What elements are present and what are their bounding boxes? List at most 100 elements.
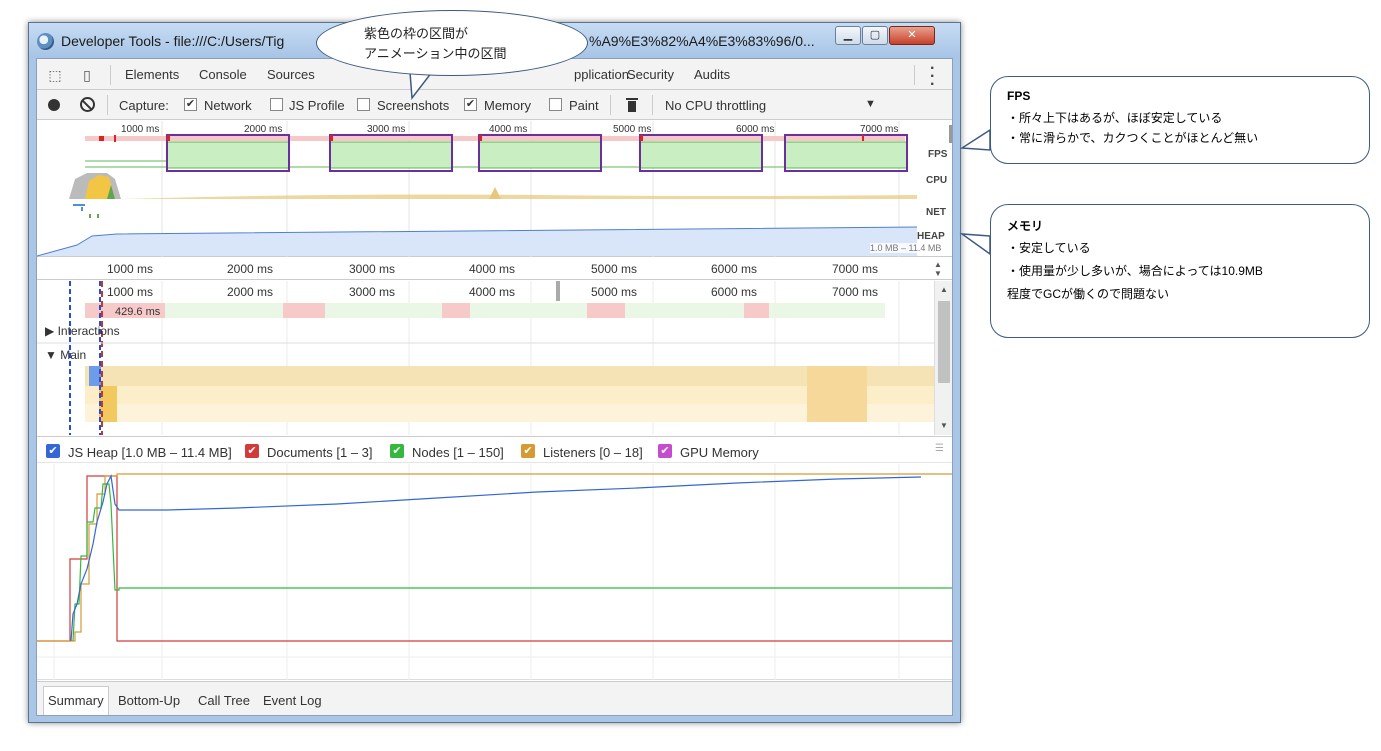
tab-summary[interactable]: Summary <box>43 686 109 715</box>
cpu-lane-label: CPU <box>926 175 948 186</box>
counter-graph[interactable] <box>37 464 952 680</box>
fps-callout: FPS ・所々上下はあるが、ほぼ安定している ・常に滑らかで、カクつくことがほと… <box>990 76 1370 164</box>
tab-call-tree[interactable]: Call Tree <box>198 693 250 708</box>
main-label: Main <box>60 348 87 362</box>
minimize-button[interactable]: ▁ <box>835 26 861 45</box>
overview-tick: 6000 ms <box>736 124 775 135</box>
memory-label: Memory <box>484 98 531 113</box>
window-title-tail: %A9%E3%82%A4%E3%83%96/0... <box>589 33 815 49</box>
screenshots-label: Screenshots <box>377 98 450 113</box>
flame-scrollbar[interactable]: ▲ ▼ <box>934 281 952 435</box>
resize-handle-icon[interactable]: ☰ <box>935 443 944 454</box>
js-profile-label: JS Profile <box>289 98 345 113</box>
gpu-memory-label: GPU Memory <box>680 445 759 460</box>
counter-lines <box>37 464 952 680</box>
scroll-up-icon[interactable]: ▲ <box>940 285 948 294</box>
fps-callout-line: ・常に滑らかで、カクつくことがほとんど無い <box>1007 131 1259 145</box>
scroll-down-icon[interactable]: ▼ <box>940 421 948 430</box>
capture-toolbar: Capture: ✔ Network JS Profile Screenshot… <box>37 90 952 120</box>
js-profile-checkbox[interactable] <box>270 98 283 111</box>
animation-callout-line: 紫色の枠の区間が <box>364 26 469 41</box>
heap-lane-label: HEAP <box>917 231 945 242</box>
toolbar-separator <box>107 95 108 115</box>
gpu-memory-checkbox[interactable]: ✔ <box>658 444 672 458</box>
toolbar-separator <box>610 95 611 115</box>
overview-graph <box>37 121 918 257</box>
close-icon: ✕ <box>907 29 917 41</box>
memory-callout: メモリ ・安定している ・使用量が少し多いが、場合によっては10.9MB 程度で… <box>990 204 1370 338</box>
overview-tick: 1000 ms <box>121 124 160 135</box>
time-ruler: 1000 ms 2000 ms 3000 ms 4000 ms 5000 ms … <box>37 258 952 280</box>
expand-triangle-icon: ▶ <box>45 324 58 338</box>
tab-separator <box>110 65 111 85</box>
fps-callout-title: FPS <box>1007 89 1031 103</box>
tab-security[interactable]: Security <box>627 67 674 82</box>
flame-tick: 1000 ms <box>107 285 154 299</box>
timeline-overview[interactable]: 1000 ms 2000 ms 3000 ms 4000 ms 5000 ms … <box>37 121 952 257</box>
ruler-scroll-arrows-icon[interactable]: ▲ ▼ <box>934 260 942 278</box>
overview-tick: 7000 ms <box>860 124 899 135</box>
flame-tick: 6000 ms <box>711 285 758 299</box>
overview-tick: 2000 ms <box>244 124 283 135</box>
flame-chart[interactable]: 1000 ms 2000 ms 3000 ms 4000 ms 5000 ms … <box>37 281 934 435</box>
memory-checkbox[interactable]: ✔ <box>464 98 477 111</box>
net-lane-label: NET <box>926 207 946 218</box>
network-checkbox[interactable]: ✔ <box>184 98 197 111</box>
flame-graph <box>37 281 934 435</box>
memory-callout-line: ・使用量が少し多いが、場合によっては10.9MB <box>1007 264 1263 278</box>
counters-legend: ✔ JS Heap [1.0 MB – 11.4 MB] ✔ Documents… <box>37 436 952 463</box>
overview-scroll-marker[interactable] <box>949 125 952 143</box>
js-heap-label: JS Heap [1.0 MB – 11.4 MB] <box>68 445 232 460</box>
frame-duration-label: 429.6 ms <box>115 306 161 318</box>
ruler-tick: 3000 ms <box>349 262 396 276</box>
tab-elements[interactable]: Elements <box>125 67 179 82</box>
heap-range-label: 1.0 MB – 11.4 MB <box>870 243 942 253</box>
nodes-checkbox[interactable]: ✔ <box>390 444 404 458</box>
flame-tick: 4000 ms <box>469 285 516 299</box>
interactions-toggle[interactable]: ▶ Interactions <box>45 324 120 338</box>
ruler-tick: 5000 ms <box>591 262 638 276</box>
overview-tick: 4000 ms <box>489 124 528 135</box>
devtools-client: ⬚ ▯ Elements Console Sources pplication … <box>36 58 953 716</box>
listeners-label: Listeners [0 – 18] <box>543 445 643 460</box>
toolbar-separator <box>652 95 653 115</box>
tab-separator <box>914 65 915 85</box>
clear-recording-icon[interactable] <box>80 97 95 112</box>
main-toggle[interactable]: ▼ Main <box>45 348 86 362</box>
more-options-icon[interactable]: · · · <box>930 61 935 93</box>
tab-application[interactable]: pplication <box>574 67 629 82</box>
screenshots-checkbox[interactable] <box>357 98 370 111</box>
maximize-icon: ▢ <box>869 29 881 41</box>
paint-checkbox[interactable] <box>549 98 562 111</box>
devtools-app-icon <box>37 33 54 50</box>
tab-console[interactable]: Console <box>199 67 247 82</box>
inspect-element-icon[interactable]: ⬚ <box>47 67 63 83</box>
cpu-throttling-select[interactable]: No CPU throttling <box>665 98 766 113</box>
dropdown-arrow-icon[interactable]: ▼ <box>865 98 876 110</box>
tab-event-log[interactable]: Event Log <box>263 693 322 708</box>
flame-tick: 3000 ms <box>349 285 396 299</box>
ruler-tick: 6000 ms <box>711 262 758 276</box>
close-button[interactable]: ✕ <box>889 26 935 45</box>
trash-icon[interactable] <box>626 97 638 112</box>
fps-lane-label: FPS <box>928 149 948 160</box>
paint-label: Paint <box>569 98 599 113</box>
tab-bottom-up[interactable]: Bottom-Up <box>118 693 180 708</box>
maximize-button[interactable]: ▢ <box>862 26 888 45</box>
flame-tick: 5000 ms <box>591 285 638 299</box>
overview-tick: 3000 ms <box>367 124 406 135</box>
record-button[interactable] <box>48 99 60 111</box>
documents-checkbox[interactable]: ✔ <box>245 444 259 458</box>
js-heap-checkbox[interactable]: ✔ <box>46 444 60 458</box>
devtools-window: Developer Tools - file:///C:/Users/Tig %… <box>28 22 961 723</box>
listeners-checkbox[interactable]: ✔ <box>521 444 535 458</box>
animation-callout-line: アニメーション中の区間 <box>364 46 507 61</box>
network-label: Network <box>204 98 252 113</box>
tab-audits[interactable]: Audits <box>694 67 730 82</box>
memory-callout-title: メモリ <box>1007 219 1044 233</box>
scroll-thumb[interactable] <box>938 301 950 383</box>
tab-sources[interactable]: Sources <box>267 67 315 82</box>
device-toolbar-icon[interactable]: ▯ <box>79 67 95 83</box>
overview-tick: 5000 ms <box>613 124 652 135</box>
fps-callout-line: ・所々上下はあるが、ほぼ安定している <box>1007 111 1223 125</box>
